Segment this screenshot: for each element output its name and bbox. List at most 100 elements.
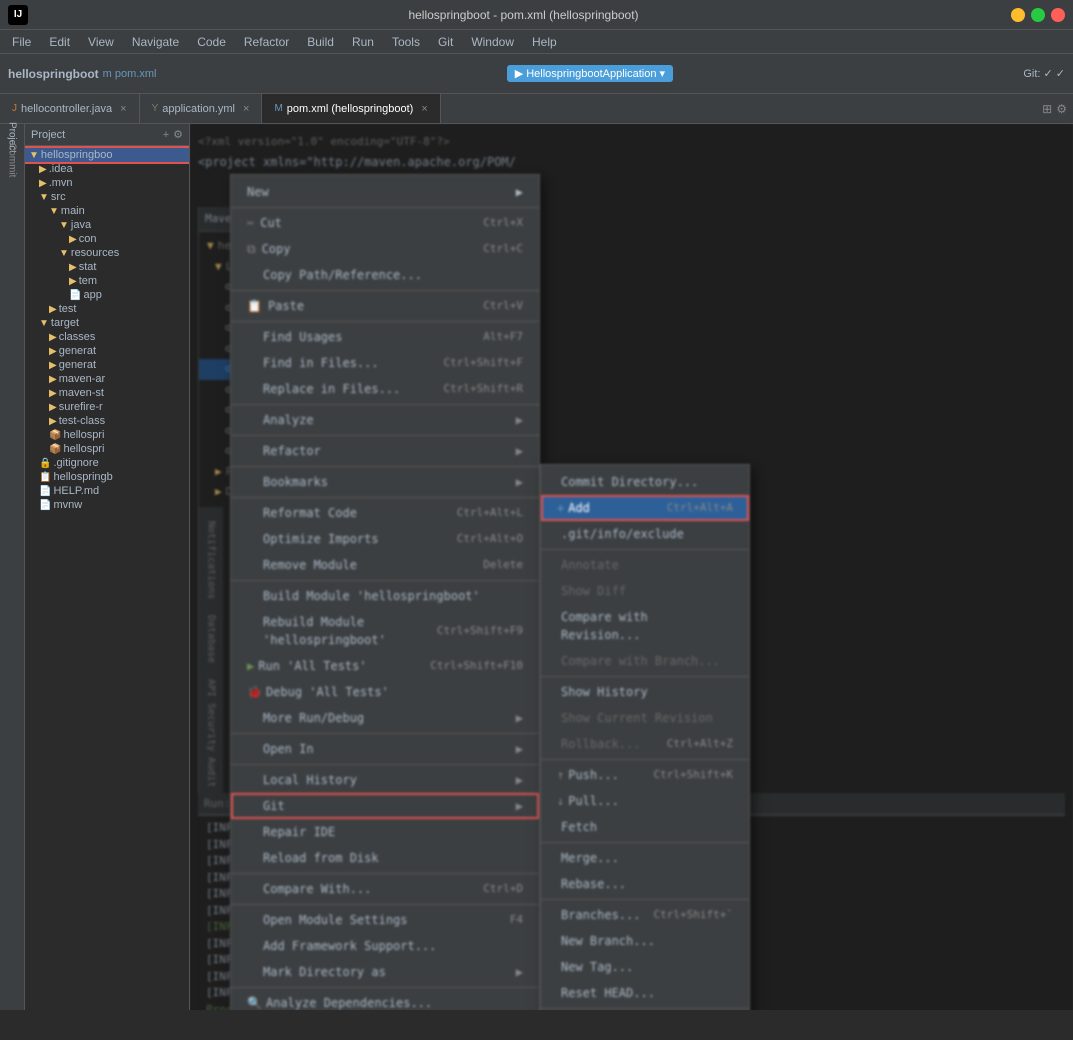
- menu-code[interactable]: Code: [189, 33, 234, 51]
- menu-item-find-files[interactable]: Find in Files... Ctrl+Shift+F: [231, 350, 539, 376]
- git-add[interactable]: +Add Ctrl+Alt+A: [541, 495, 749, 521]
- project-add-icon[interactable]: +: [163, 129, 169, 141]
- menu-edit[interactable]: Edit: [41, 33, 78, 51]
- tree-item[interactable]: ▶ generat: [25, 358, 189, 372]
- git-new-branch[interactable]: New Branch...: [541, 928, 749, 954]
- git-fetch[interactable]: Fetch: [541, 814, 749, 840]
- minimize-button[interactable]: [1011, 8, 1025, 22]
- tab-close-icon[interactable]: ×: [243, 103, 249, 115]
- menu-item-cut[interactable]: ✂Cut Ctrl+X: [231, 210, 539, 236]
- menu-item-reload[interactable]: Reload from Disk: [231, 845, 539, 871]
- tree-item[interactable]: 📄 app: [25, 288, 189, 302]
- menu-item-replace[interactable]: Replace in Files... Ctrl+Shift+R: [231, 376, 539, 402]
- menu-item-paste[interactable]: 📋Paste Ctrl+V: [231, 293, 539, 319]
- tab-close-icon[interactable]: ×: [421, 103, 427, 115]
- menu-item-analyze-deps[interactable]: 🔍Analyze Dependencies...: [231, 990, 539, 1010]
- menu-item-local-history[interactable]: Local History ▶: [231, 767, 539, 793]
- menu-navigate[interactable]: Navigate: [124, 33, 187, 51]
- menu-item-optimize[interactable]: Optimize Imports Ctrl+Alt+O: [231, 526, 539, 552]
- tree-item[interactable]: 📋 hellospringb: [25, 470, 189, 484]
- tree-item[interactable]: ▼ target: [25, 316, 189, 330]
- commit-sidebar-btn[interactable]: Commit: [2, 150, 22, 170]
- git-merge[interactable]: Merge...: [541, 845, 749, 871]
- menu-item-build[interactable]: Build Module 'hellospringboot': [231, 583, 539, 609]
- tree-item[interactable]: ▶ stat: [25, 260, 189, 274]
- menu-item-refactor[interactable]: Refactor ▶: [231, 438, 539, 464]
- gear-icon[interactable]: ⚙: [1056, 102, 1067, 116]
- menu-item-reformat[interactable]: Reformat Code Ctrl+Alt+L: [231, 500, 539, 526]
- menu-file[interactable]: File: [4, 33, 39, 51]
- menu-item-copy-path[interactable]: Copy Path/Reference...: [231, 262, 539, 288]
- tree-item[interactable]: ▼ java: [25, 218, 189, 232]
- git-compare-revision[interactable]: Compare with Revision...: [541, 604, 749, 648]
- menu-window[interactable]: Window: [463, 33, 522, 51]
- menu-refactor[interactable]: Refactor: [236, 33, 297, 51]
- git-push[interactable]: ↑Push... Ctrl+Shift+K: [541, 762, 749, 788]
- git-show-diff[interactable]: Show Diff: [541, 578, 749, 604]
- tree-item[interactable]: ▼ main: [25, 204, 189, 218]
- tree-item[interactable]: 📦 hellospri: [25, 428, 189, 442]
- run-config[interactable]: ▶ HellospringbootApplication ▾: [507, 65, 673, 82]
- close-button[interactable]: [1051, 8, 1065, 22]
- git-new-tag[interactable]: New Tag...: [541, 954, 749, 980]
- tab-close-icon[interactable]: ×: [120, 103, 126, 115]
- menu-help[interactable]: Help: [524, 33, 565, 51]
- git-compare-branch[interactable]: Compare with Branch...: [541, 648, 749, 674]
- menu-item-find-usages[interactable]: Find Usages Alt+F7: [231, 324, 539, 350]
- menu-build[interactable]: Build: [299, 33, 342, 51]
- menu-item-mark-dir[interactable]: Mark Directory as ▶: [231, 959, 539, 985]
- menu-item-analyze[interactable]: Analyze ▶: [231, 407, 539, 433]
- git-annotate[interactable]: Annotate: [541, 552, 749, 578]
- menu-git[interactable]: Git: [430, 33, 461, 51]
- git-reset-head[interactable]: Reset HEAD...: [541, 980, 749, 1006]
- git-commit-dir[interactable]: Commit Directory...: [541, 469, 749, 495]
- tree-item[interactable]: ▶ maven-ar: [25, 372, 189, 386]
- maximize-button[interactable]: [1031, 8, 1045, 22]
- tree-item[interactable]: ▶ classes: [25, 330, 189, 344]
- tree-item[interactable]: 📦 hellospri: [25, 442, 189, 456]
- menu-item-debug-tests[interactable]: 🐞Debug 'All Tests': [231, 679, 539, 705]
- menu-item-git[interactable]: Git ▶: [231, 793, 539, 819]
- menu-item-run-tests[interactable]: ▶Run 'All Tests' Ctrl+Shift+F10: [231, 653, 539, 679]
- git-exclude[interactable]: .git/info/exclude: [541, 521, 749, 547]
- git-branches[interactable]: Branches... Ctrl+Shift+`: [541, 902, 749, 928]
- tab-application-yml[interactable]: Y application.yml ×: [140, 94, 263, 123]
- menu-item-add-framework[interactable]: Add Framework Support...: [231, 933, 539, 959]
- tree-item[interactable]: ▼ resources: [25, 246, 189, 260]
- tree-item[interactable]: 🔒 .gitignore: [25, 456, 189, 470]
- tree-item[interactable]: ▶ maven-st: [25, 386, 189, 400]
- tree-item[interactable]: ▶ .mvn: [25, 176, 189, 190]
- menu-view[interactable]: View: [80, 33, 122, 51]
- menu-run[interactable]: Run: [344, 33, 382, 51]
- tab-pom-xml[interactable]: M pom.xml (hellospringboot) ×: [262, 94, 440, 123]
- menu-item-compare[interactable]: Compare With... Ctrl+D: [231, 876, 539, 902]
- git-rebase[interactable]: Rebase...: [541, 871, 749, 897]
- project-gear-icon[interactable]: ⚙: [173, 128, 183, 141]
- git-pull[interactable]: ↓Pull...: [541, 788, 749, 814]
- tree-root[interactable]: ▼ hellospringboo: [25, 148, 189, 162]
- menu-item-copy[interactable]: ⧉Copy Ctrl+C: [231, 236, 539, 262]
- menu-item-module-settings[interactable]: Open Module Settings F4: [231, 907, 539, 933]
- git-rollback[interactable]: Rollback... Ctrl+Alt+Z: [541, 731, 749, 757]
- tree-item[interactable]: ▼ src: [25, 190, 189, 204]
- git-show-history[interactable]: Show History: [541, 679, 749, 705]
- menu-item-more-run[interactable]: More Run/Debug ▶: [231, 705, 539, 731]
- menu-item-bookmarks[interactable]: Bookmarks ▶: [231, 469, 539, 495]
- tree-item[interactable]: 📄 HELP.md: [25, 484, 189, 498]
- menu-tools[interactable]: Tools: [384, 33, 428, 51]
- tree-item[interactable]: 📄 mvnw: [25, 498, 189, 512]
- tree-item[interactable]: ▶ con: [25, 232, 189, 246]
- tree-item[interactable]: ▶ test: [25, 302, 189, 316]
- menu-item-repair[interactable]: Repair IDE: [231, 819, 539, 845]
- menu-item-rebuild[interactable]: Rebuild Module 'hellospringboot' Ctrl+Sh…: [231, 609, 539, 653]
- menu-item-remove-module[interactable]: Remove Module Delete: [231, 552, 539, 578]
- tree-item[interactable]: ▶ tem: [25, 274, 189, 288]
- split-icon[interactable]: ⊞: [1042, 102, 1052, 116]
- tree-item[interactable]: ▶ test-class: [25, 414, 189, 428]
- tree-item[interactable]: ▶ surefire-r: [25, 400, 189, 414]
- menu-item-new[interactable]: New ▶: [231, 179, 539, 205]
- git-show-current[interactable]: Show Current Revision: [541, 705, 749, 731]
- tab-hellocontroller[interactable]: J hellocontroller.java ×: [0, 94, 140, 123]
- tree-item[interactable]: ▶ generat: [25, 344, 189, 358]
- tree-item[interactable]: ▶ .idea: [25, 162, 189, 176]
